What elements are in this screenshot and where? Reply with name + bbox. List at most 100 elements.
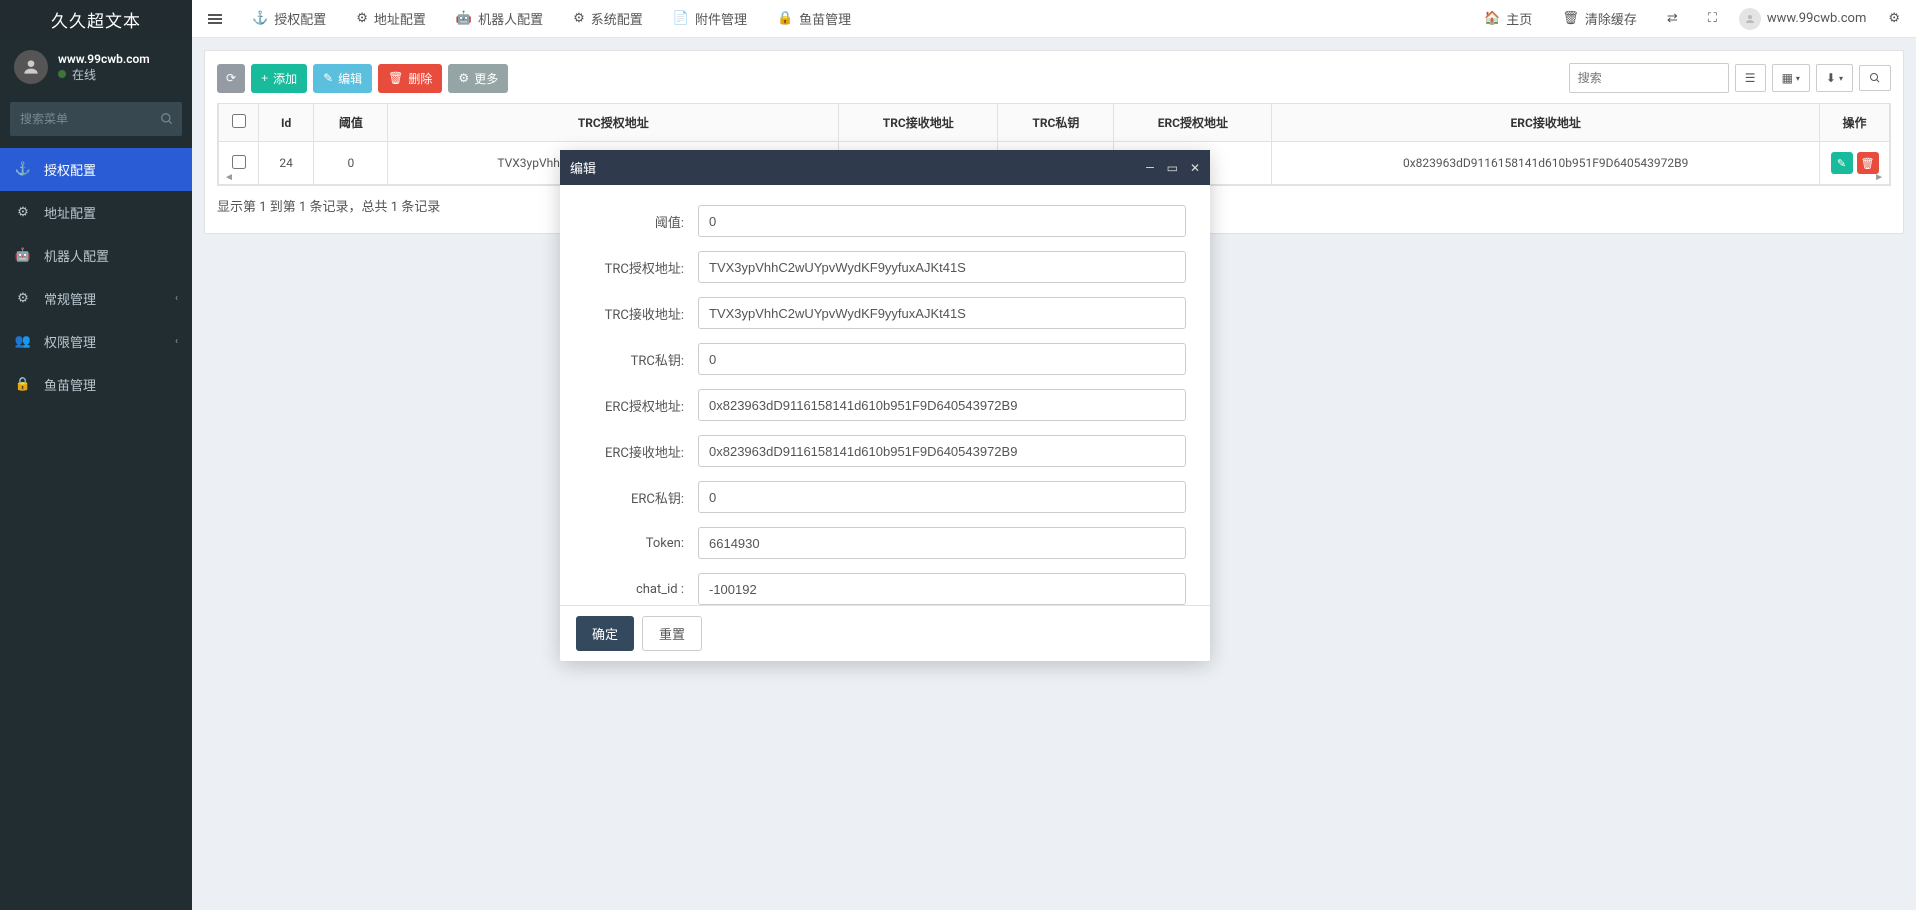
pencil-icon: ✎ xyxy=(1837,157,1846,170)
input-erc-recv[interactable] xyxy=(698,435,1186,467)
topnav-system-config[interactable]: ⚙系统配置 xyxy=(565,9,651,28)
input-erc-pk[interactable] xyxy=(698,481,1186,513)
row-delete-button[interactable]: 🗑 xyxy=(1857,152,1879,174)
topnav-clear-cache[interactable]: 🗑清除缓存 xyxy=(1554,9,1645,28)
label-token: Token: xyxy=(584,536,684,551)
input-erc-auth[interactable] xyxy=(698,389,1186,421)
lock-icon: 🔒 xyxy=(777,11,793,26)
hamburger-toggle[interactable] xyxy=(200,14,230,24)
th-trc-recv[interactable]: TRC接收地址 xyxy=(839,104,998,142)
modal-maximize-button[interactable]: ▭ xyxy=(1167,161,1178,175)
topbar: ⚓授权配置 ⚙地址配置 🤖机器人配置 ⚙系统配置 📄附件管理 🔒鱼苗管理 🏠主页… xyxy=(192,0,1916,38)
home-icon: 🏠 xyxy=(1484,11,1500,26)
input-chat-id[interactable] xyxy=(698,573,1186,605)
user-avatar-small xyxy=(1739,8,1761,30)
columns-button[interactable]: ▦▾ xyxy=(1772,64,1810,92)
topnav-fish-manage[interactable]: 🔒鱼苗管理 xyxy=(769,9,859,28)
cell-threshold: 0 xyxy=(314,142,388,185)
select-all-checkbox[interactable] xyxy=(232,114,246,128)
th-id[interactable]: Id xyxy=(259,104,314,142)
edit-modal: 编辑 — ▭ ✕ 阈值: TRC授权地址: TRC接收地址: TRC私钥: ER… xyxy=(560,150,1210,661)
search-submit-button[interactable] xyxy=(1859,65,1891,91)
menu-item-general-manage[interactable]: ⚙常规管理‹ xyxy=(0,277,192,320)
delete-button[interactable]: 🗑删除 xyxy=(378,64,442,93)
input-threshold[interactable] xyxy=(698,205,1186,237)
th-trc-pk[interactable]: TRC私钥 xyxy=(998,104,1114,142)
pencil-icon: ✎ xyxy=(323,71,333,85)
table-search-input[interactable] xyxy=(1569,63,1729,93)
input-trc-auth[interactable] xyxy=(698,251,1186,283)
trash-icon: 🗑 xyxy=(1562,11,1579,26)
cog-icon: ⚙ xyxy=(14,205,32,220)
modal-minimize-button[interactable]: — xyxy=(1145,161,1154,175)
cell-id: 24 xyxy=(259,142,314,185)
menu-item-fish-manage[interactable]: 🔒鱼苗管理 xyxy=(0,363,192,406)
modal-header[interactable]: 编辑 — ▭ ✕ xyxy=(560,150,1210,185)
cogs-icon: ⚙ xyxy=(14,291,32,306)
search-icon xyxy=(1869,72,1881,84)
th-threshold[interactable]: 阈值 xyxy=(314,104,388,142)
row-checkbox[interactable] xyxy=(232,155,246,169)
toolbar: ⟳ +添加 ✎编辑 🗑删除 ⚙更多 ☰ ▦▾ ⬇▾ xyxy=(217,63,1891,93)
cog-icon: ⚙ xyxy=(356,11,368,26)
topnav-fullscreen[interactable]: ⛶ xyxy=(1700,11,1725,26)
language-icon: ⇄ xyxy=(1667,11,1678,26)
lock-icon: 🔒 xyxy=(14,377,32,392)
menu-item-auth-config[interactable]: ⚓授权配置 xyxy=(0,148,192,191)
label-trc-pk: TRC私钥: xyxy=(584,350,684,369)
modal-body: 阈值: TRC授权地址: TRC接收地址: TRC私钥: ERC授权地址: ER… xyxy=(560,185,1210,605)
menu-item-robot-config[interactable]: 🤖机器人配置 xyxy=(0,234,192,277)
label-erc-auth: ERC授权地址: xyxy=(584,396,684,415)
sidebar-search-button[interactable] xyxy=(152,102,182,136)
cog-icon: ⚙ xyxy=(573,11,585,26)
modal-ok-button[interactable]: 确定 xyxy=(576,616,634,651)
label-erc-pk: ERC私钥: xyxy=(584,488,684,507)
file-icon: 📄 xyxy=(673,11,689,26)
th-erc-recv[interactable]: ERC接收地址 xyxy=(1272,104,1820,142)
th-ops[interactable]: 操作 xyxy=(1820,104,1890,142)
topnav-address-config[interactable]: ⚙地址配置 xyxy=(348,9,434,28)
user-status: 在线 xyxy=(58,66,150,83)
android-icon: 🤖 xyxy=(456,11,472,26)
caret-down-icon: ▾ xyxy=(1796,74,1800,83)
input-trc-recv[interactable] xyxy=(698,297,1186,329)
caret-down-icon: ▾ xyxy=(1839,74,1843,83)
add-button[interactable]: +添加 xyxy=(251,64,307,93)
row-edit-button[interactable]: ✎ xyxy=(1831,152,1853,174)
input-token[interactable] xyxy=(698,527,1186,559)
chevron-left-icon: ‹ xyxy=(175,336,178,347)
brand-logo: 久久超文本 xyxy=(0,0,192,38)
sidebar-search xyxy=(10,102,182,136)
modal-reset-button[interactable]: 重置 xyxy=(642,616,702,651)
hamburger-icon xyxy=(208,14,222,24)
menu-item-permission-manage[interactable]: 👥权限管理‹ xyxy=(0,320,192,363)
more-button[interactable]: ⚙更多 xyxy=(448,64,508,93)
topnav-attachment-manage[interactable]: 📄附件管理 xyxy=(665,9,755,28)
input-trc-pk[interactable] xyxy=(698,343,1186,375)
online-dot-icon xyxy=(58,70,66,78)
topnav-user[interactable]: www.99cwb.com xyxy=(1739,8,1866,30)
refresh-icon: ⟳ xyxy=(226,71,236,85)
topnav-robot-config[interactable]: 🤖机器人配置 xyxy=(448,9,551,28)
list-icon: ☰ xyxy=(1745,71,1756,85)
export-button[interactable]: ⬇▾ xyxy=(1816,64,1853,92)
th-erc-auth[interactable]: ERC授权地址 xyxy=(1114,104,1272,142)
menu-item-address-config[interactable]: ⚙地址配置 xyxy=(0,191,192,234)
label-erc-recv: ERC接收地址: xyxy=(584,442,684,461)
export-icon: ⬇ xyxy=(1826,71,1836,85)
th-trc-auth[interactable]: TRC授权地址 xyxy=(388,104,839,142)
edit-button[interactable]: ✎编辑 xyxy=(313,64,372,93)
cog-icon: ⚙ xyxy=(458,71,469,85)
topnav-lang[interactable]: ⇄ xyxy=(1659,11,1686,26)
expand-icon: ⛶ xyxy=(1708,11,1717,26)
toggle-view-button[interactable]: ☰ xyxy=(1735,64,1766,92)
topnav-auth-config[interactable]: ⚓授权配置 xyxy=(244,9,334,28)
android-icon: 🤖 xyxy=(14,248,32,263)
modal-close-button[interactable]: ✕ xyxy=(1190,161,1200,175)
user-panel: www.99cwb.com 在线 xyxy=(0,38,192,96)
sidebar: 久久超文本 www.99cwb.com 在线 ⚓授权配置 ⚙地址配置 🤖机器人配… xyxy=(0,0,192,910)
topnav-settings[interactable]: ⚙ xyxy=(1880,11,1908,26)
topnav-home[interactable]: 🏠主页 xyxy=(1476,9,1540,28)
cell-erc-recv: 0x823963dD9116158141d610b951F9D640543972… xyxy=(1272,142,1820,185)
refresh-button[interactable]: ⟳ xyxy=(217,64,245,93)
